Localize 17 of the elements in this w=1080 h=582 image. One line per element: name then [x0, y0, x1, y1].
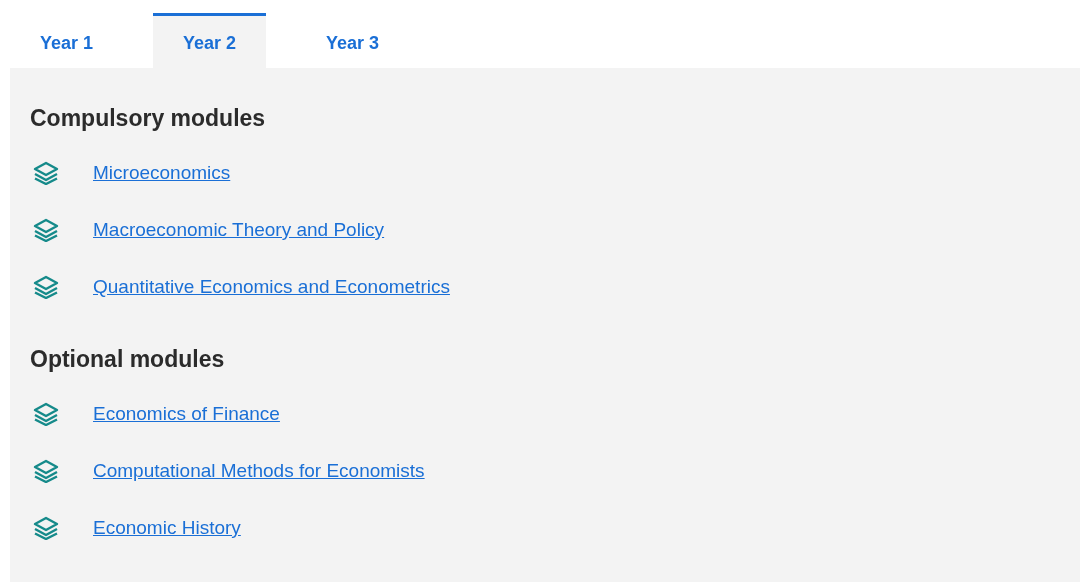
layers-icon: [33, 516, 59, 540]
layers-icon: [33, 275, 59, 299]
layers-icon: [33, 459, 59, 483]
year-tab[interactable]: Year 1: [10, 13, 123, 68]
module-link[interactable]: Economics of Finance: [93, 399, 280, 429]
module-link[interactable]: Microeconomics: [93, 158, 231, 188]
module-link[interactable]: Quantitative Economics and Econometrics: [93, 272, 450, 302]
section-heading: Optional modules: [30, 345, 226, 373]
layers-icon: [33, 218, 59, 242]
layers-icon: [33, 402, 59, 426]
layers-icon: [33, 161, 59, 185]
section-heading: Compulsory modules: [30, 104, 267, 132]
year-tab[interactable]: Year 3: [296, 13, 409, 68]
module-link[interactable]: Economic History: [93, 513, 241, 543]
module-link[interactable]: Macroeconomic Theory and Policy: [93, 215, 385, 245]
module-link[interactable]: Computational Methods for Economists: [93, 456, 425, 486]
year-tab[interactable]: Year 2: [153, 13, 266, 68]
